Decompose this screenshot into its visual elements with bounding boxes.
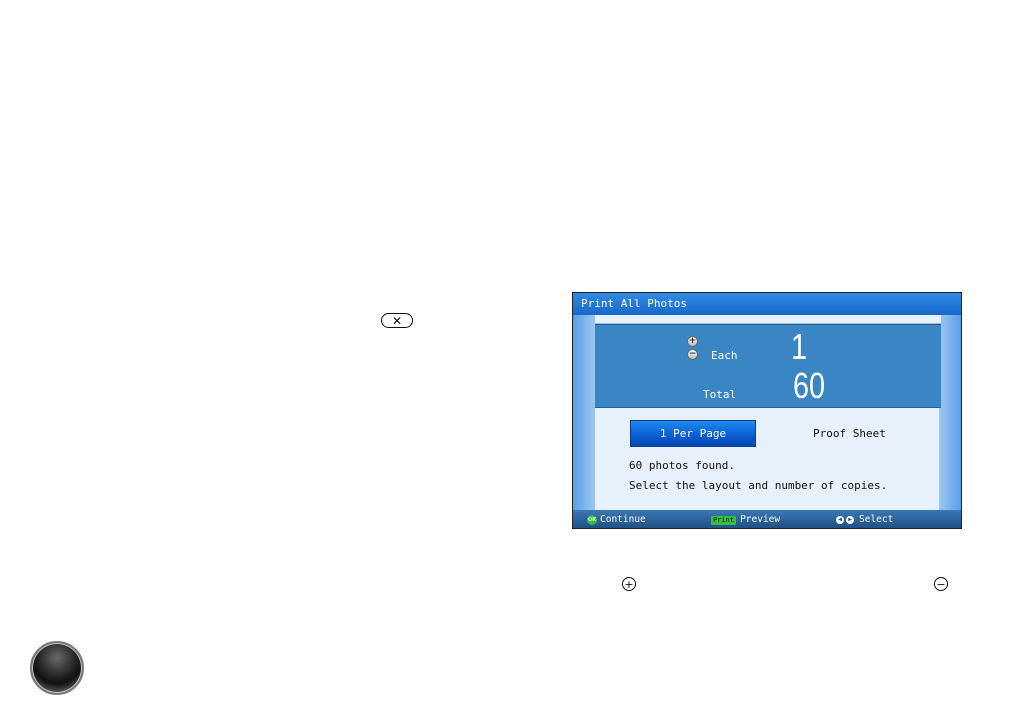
select-label: Select — [859, 514, 894, 525]
top-strip — [595, 315, 941, 324]
plus-icon: + — [624, 577, 634, 591]
status-continue[interactable]: OK Continue — [587, 510, 646, 528]
status-bar: OK Continue Print Preview ◀ ▶ Select — [573, 510, 961, 528]
status-preview[interactable]: Print Preview — [711, 510, 781, 528]
screen-title: Print All Photos — [573, 293, 961, 315]
cancel-button-icon: ✕ — [381, 313, 413, 328]
lcd-screen: Print All Photos + − Each 1 Total 60 1 P… — [572, 292, 962, 529]
chapter-tab-icon — [30, 641, 84, 695]
plus-button-icon: + — [622, 577, 636, 591]
each-label: Each — [711, 349, 738, 362]
print-button-icon: Print — [711, 515, 737, 525]
instruction-message: Select the layout and number of copies. — [629, 479, 888, 492]
right-arrow-icon: ▶ — [846, 516, 854, 524]
total-copies-value: 60 — [793, 365, 826, 406]
each-copies-value[interactable]: 1 — [791, 328, 807, 366]
copies-panel: + − Each 1 Total 60 — [595, 324, 941, 408]
minus-button-icon: − — [934, 577, 948, 591]
ok-button-icon: OK — [587, 515, 597, 525]
status-select[interactable]: ◀ ▶ Select — [836, 510, 894, 528]
left-arrow-icon: ◀ — [836, 516, 844, 524]
layout-option-1-per-page[interactable]: 1 Per Page — [630, 420, 756, 447]
preview-label: Preview — [740, 514, 781, 525]
total-label: Total — [703, 388, 737, 401]
x-icon: ✕ — [391, 313, 403, 328]
right-frame — [939, 315, 961, 510]
continue-label: Continue — [600, 514, 646, 525]
left-frame — [573, 315, 595, 510]
photos-found-message: 60 photos found. — [629, 459, 735, 472]
increase-copies-icon[interactable]: + — [687, 336, 698, 347]
minus-icon: − — [936, 577, 946, 591]
layout-option-proof-sheet[interactable]: Proof Sheet — [813, 420, 886, 447]
decrease-copies-icon[interactable]: − — [687, 349, 698, 360]
